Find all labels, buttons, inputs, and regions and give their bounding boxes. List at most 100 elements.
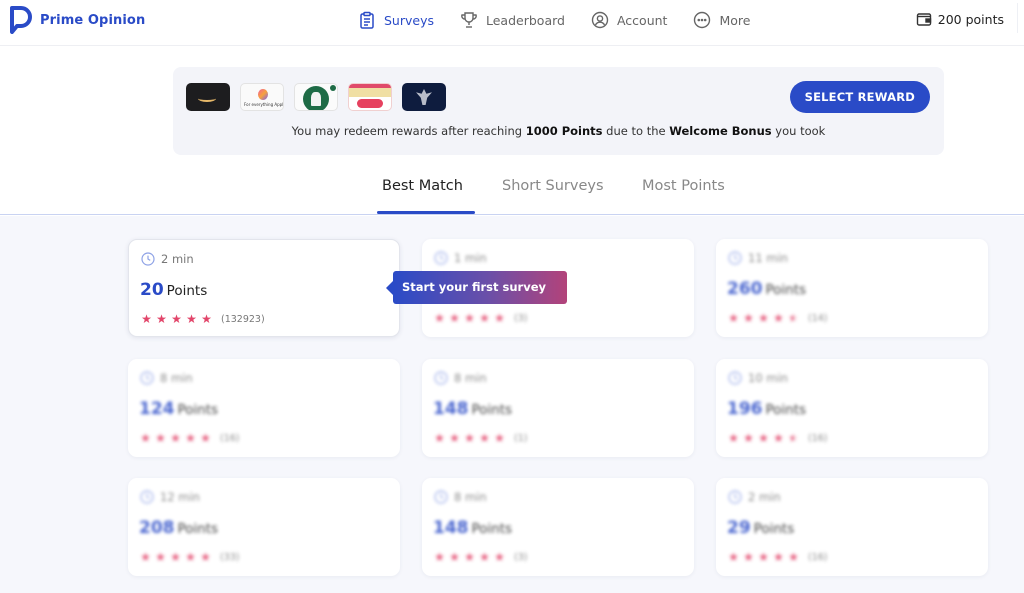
survey-rating: ★ ★ ★ ★ ★ (16) — [139, 431, 240, 445]
redeem-threshold: 1000 Points — [525, 124, 603, 138]
survey-rating: ★ ★ ★ ★ ★ (1) — [433, 432, 527, 444]
survey-points-value: 148 — [433, 518, 469, 538]
survey-duration: 1 min — [434, 251, 487, 265]
survey-points-value: 124 — [139, 399, 175, 419]
survey-points-value: 196 — [727, 399, 763, 419]
survey-points: 208 Points — [139, 518, 218, 538]
survey-points-label: Points — [166, 283, 208, 299]
survey-card[interactable]: 8 min 148 Points ★ ★ ★ ★ ★ (3) — [422, 478, 694, 576]
nav-item-surveys[interactable]: Surveys — [358, 11, 434, 29]
gift-card-apple[interactable]: For everything Apple — [240, 83, 284, 111]
survey-card[interactable]: 10 min 196 Points ★ ★ ★ ★ ★ (16) — [716, 359, 988, 457]
survey-rating-count: (3) — [514, 312, 528, 324]
survey-duration-text: 2 min — [748, 490, 781, 504]
survey-duration-text: 8 min — [454, 371, 487, 385]
redeem-message: You may redeem rewards after reaching 10… — [173, 124, 944, 138]
star-filled-icon: ★ — [449, 431, 460, 445]
survey-card[interactable]: 12 min 208 Points ★ ★ ★ ★ ★ (33) — [128, 478, 400, 576]
survey-duration: 2 min — [728, 490, 781, 504]
star-half-icon: ★ — [788, 311, 799, 325]
star-filled-icon: ★ — [743, 550, 754, 564]
gift-card-starbucks[interactable] — [294, 83, 338, 111]
star-filled-icon: ★ — [743, 431, 754, 445]
survey-points: 196 Points — [727, 399, 806, 419]
survey-points-label: Points — [765, 402, 807, 418]
main-nav: Surveys Leaderboard Account More — [358, 0, 750, 40]
starbucks-badge-icon — [330, 85, 336, 91]
star-filled-icon: ★ — [479, 550, 490, 564]
brand-name: Prime Opinion — [40, 12, 146, 28]
survey-card[interactable]: 8 min 148 Points ★ ★ ★ ★ ★ (1) — [422, 359, 694, 457]
survey-points-label: Points — [471, 521, 513, 537]
star-filled-icon: ★ — [728, 311, 739, 325]
apple-card-text: For everything Apple — [244, 102, 284, 107]
survey-card[interactable]: 2 min 20 Points ★ ★ ★ ★ ★ (132923) — [128, 239, 400, 337]
star-filled-icon: ★ — [155, 550, 166, 564]
clock-icon — [728, 371, 742, 385]
survey-duration-text: 8 min — [160, 371, 193, 385]
survey-rating: ★ ★ ★ ★ ★ (132923) — [140, 313, 265, 325]
star-filled-icon: ★ — [434, 550, 445, 564]
star-filled-icon: ★ — [758, 550, 769, 564]
clock-icon — [140, 371, 154, 385]
survey-card[interactable]: 11 min 260 Points ★ ★ ★ ★ ★ (14) — [716, 239, 988, 337]
tab-short-surveys[interactable]: Short Surveys — [502, 178, 604, 194]
brand-logo[interactable]: Prime Opinion — [9, 6, 145, 34]
star-filled-icon: ★ — [141, 312, 152, 326]
star-filled-icon: ★ — [200, 550, 211, 564]
survey-duration: 8 min — [434, 490, 487, 504]
survey-rating-count: (16) — [220, 432, 240, 444]
select-reward-button[interactable]: SELECT REWARD — [789, 81, 930, 113]
star-filled-icon: ★ — [494, 431, 505, 445]
survey-points-label: Points — [471, 402, 513, 418]
gift-card-list: For everything Apple — [186, 83, 446, 111]
clock-icon — [728, 251, 742, 265]
star-filled-icon: ★ — [758, 311, 769, 325]
star-filled-icon: ★ — [743, 311, 754, 325]
star-filled-icon: ★ — [479, 431, 490, 445]
nav-label-account: Account — [616, 12, 668, 28]
survey-rating-count: (16) — [808, 432, 828, 444]
wallet-icon — [916, 13, 931, 26]
star-filled-icon: ★ — [758, 431, 769, 445]
clock-icon — [728, 490, 742, 504]
gift-card-popcornopolis[interactable] — [348, 83, 392, 111]
star-filled-icon: ★ — [773, 550, 784, 564]
survey-points-value: 208 — [139, 518, 175, 538]
survey-duration: 8 min — [434, 371, 487, 385]
tab-best-match[interactable]: Best Match — [382, 178, 463, 194]
nav-item-account[interactable]: Account — [591, 11, 667, 29]
star-filled-icon: ★ — [788, 550, 799, 564]
star-filled-icon: ★ — [773, 311, 784, 325]
survey-duration: 10 min — [728, 371, 788, 385]
apple-logo-icon — [258, 89, 268, 100]
survey-duration-text: 11 min — [748, 251, 788, 265]
star-half-icon: ★ — [788, 431, 799, 445]
nav-item-more[interactable]: More — [693, 11, 750, 29]
survey-points-label: Points — [765, 282, 807, 298]
survey-duration: 2 min — [141, 252, 194, 266]
survey-rating: ★ ★ ★ ★ ★ (3) — [433, 551, 527, 563]
survey-points-value: 260 — [727, 279, 763, 299]
points-balance[interactable]: 200 points — [916, 11, 1004, 27]
prime-opinion-logo-icon — [10, 6, 32, 34]
clock-icon — [140, 490, 154, 504]
clock-icon — [434, 251, 448, 265]
survey-duration: 12 min — [140, 490, 200, 504]
nav-item-leaderboard[interactable]: Leaderboard — [460, 11, 565, 29]
survey-points: 260 Points — [727, 279, 806, 299]
survey-card[interactable]: 8 min 124 Points ★ ★ ★ ★ ★ (16) — [128, 359, 400, 457]
clipboard-icon — [360, 11, 374, 29]
nav-label-more: More — [719, 12, 751, 28]
survey-tabs: Best Match Short Surveys Most Points — [0, 165, 1024, 215]
gift-card-american-eagle[interactable] — [402, 83, 446, 111]
points-balance-label: 200 points — [937, 11, 1004, 27]
survey-card[interactable]: 2 min 29 Points ★ ★ ★ ★ ★ (16) — [716, 478, 988, 576]
star-filled-icon: ★ — [479, 311, 490, 325]
star-filled-icon: ★ — [200, 431, 211, 445]
tab-most-points[interactable]: Most Points — [642, 178, 725, 194]
star-filled-icon: ★ — [156, 312, 167, 326]
star-filled-icon: ★ — [449, 550, 460, 564]
gift-card-amazon[interactable] — [186, 83, 230, 111]
star-filled-icon: ★ — [140, 431, 151, 445]
